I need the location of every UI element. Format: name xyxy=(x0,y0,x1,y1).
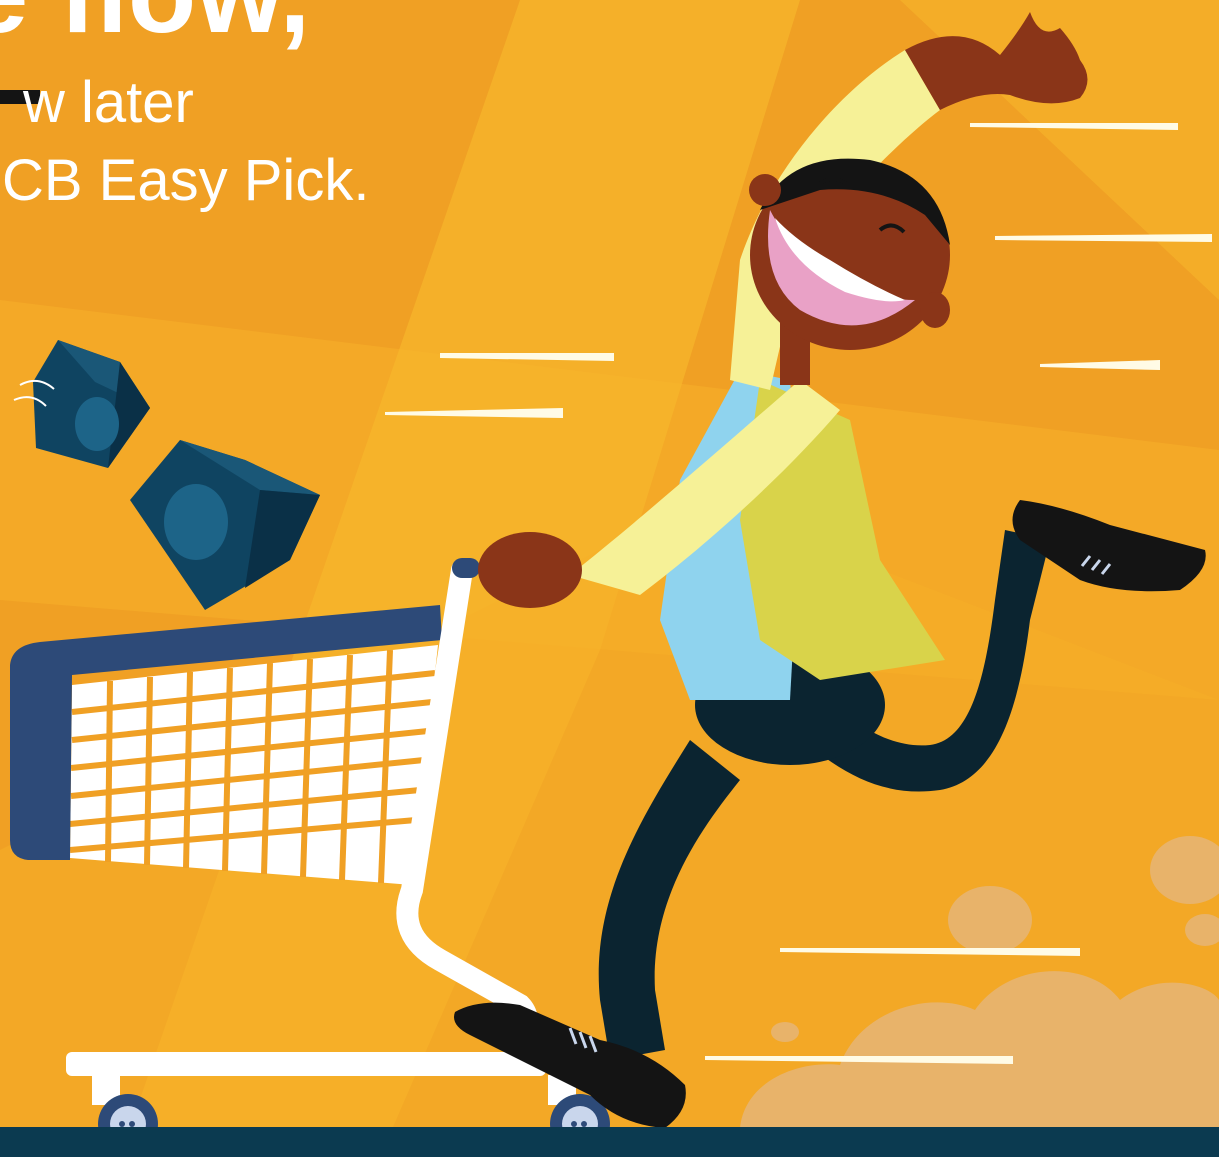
headline: e flow, xyxy=(0,0,310,50)
subheadline-line-1: w later xyxy=(23,70,194,135)
subheadline-line-2: CB Easy Pick. xyxy=(2,148,370,213)
ground-strip xyxy=(0,1127,1219,1157)
